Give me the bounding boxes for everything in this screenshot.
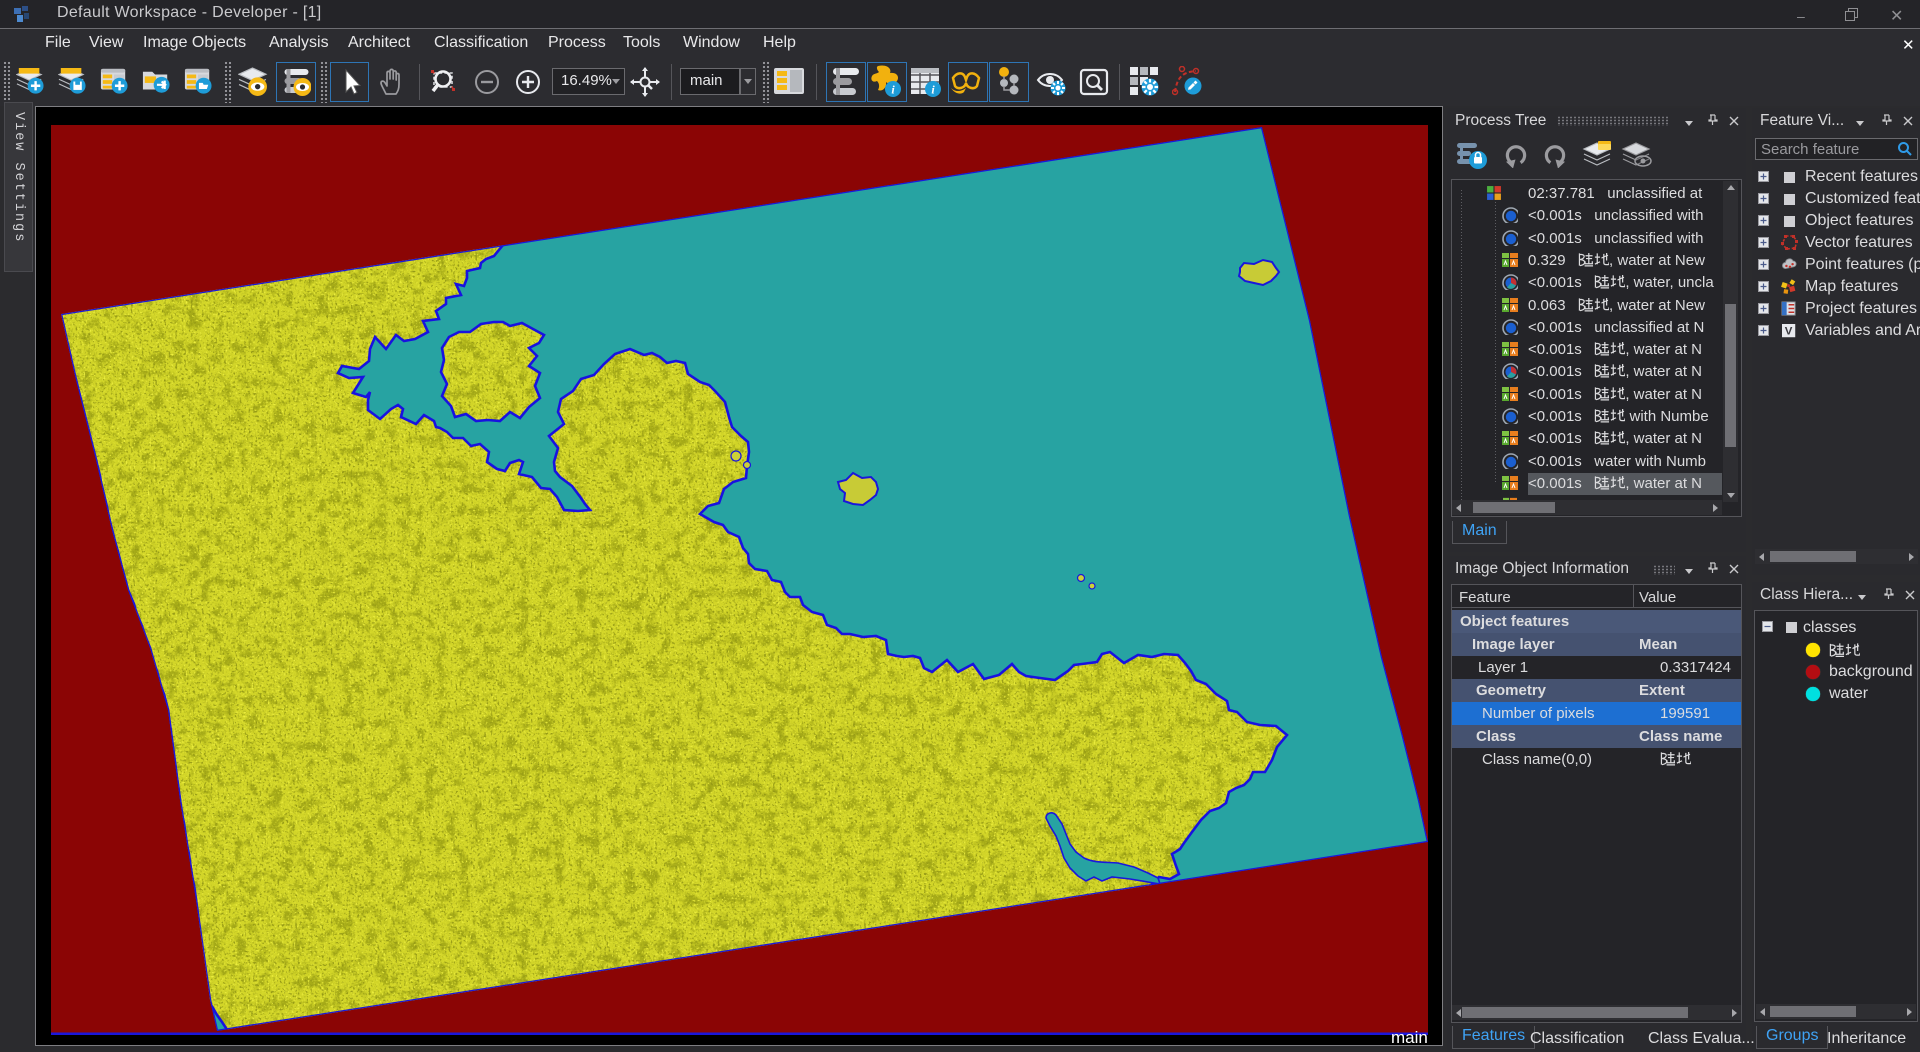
svg-text:V: V [1785,326,1793,338]
